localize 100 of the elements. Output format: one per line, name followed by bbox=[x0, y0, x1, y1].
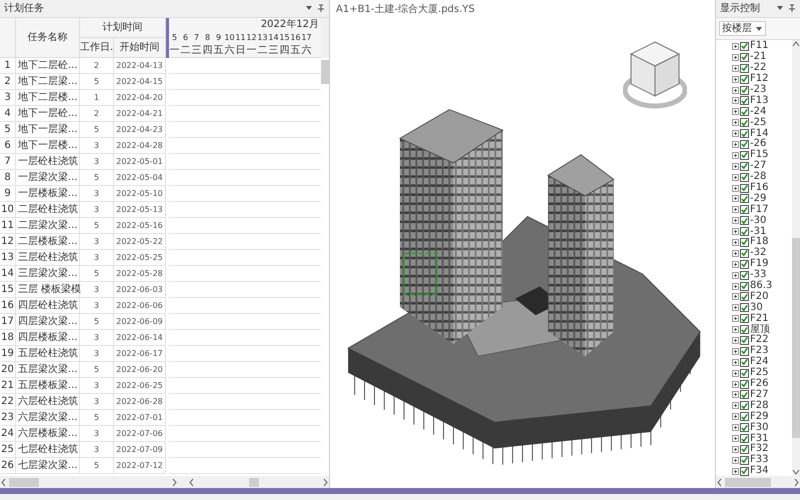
checkbox[interactable] bbox=[740, 444, 749, 454]
checkbox[interactable] bbox=[740, 205, 749, 214]
checkbox[interactable] bbox=[740, 368, 749, 378]
expand-icon[interactable] bbox=[732, 402, 739, 410]
checkbox[interactable] bbox=[740, 380, 749, 389]
checkbox[interactable] bbox=[740, 184, 749, 193]
expand-icon[interactable] bbox=[732, 140, 739, 148]
expand-icon[interactable] bbox=[732, 413, 739, 420]
expand-icon[interactable] bbox=[732, 358, 739, 366]
checkbox[interactable] bbox=[740, 270, 749, 280]
checkbox[interactable] bbox=[740, 412, 749, 422]
expand-icon[interactable] bbox=[732, 184, 739, 192]
expand-icon[interactable] bbox=[732, 468, 739, 475]
checkbox[interactable] bbox=[740, 260, 749, 269]
checkbox[interactable] bbox=[740, 129, 749, 138]
expand-icon[interactable] bbox=[732, 162, 739, 170]
checkbox[interactable] bbox=[740, 466, 749, 476]
scrollbar-thumb[interactable] bbox=[9, 478, 39, 486]
expand-icon[interactable] bbox=[732, 119, 739, 126]
checkbox[interactable] bbox=[740, 140, 749, 149]
expand-icon[interactable] bbox=[732, 250, 739, 257]
scrollbar-thumb[interactable] bbox=[725, 478, 771, 486]
checkbox[interactable] bbox=[740, 248, 749, 258]
checkbox[interactable] bbox=[740, 227, 749, 236]
checkbox[interactable] bbox=[740, 456, 749, 465]
expand-icon[interactable] bbox=[732, 206, 739, 214]
scrollbar-thumb[interactable] bbox=[792, 238, 800, 438]
expand-icon[interactable] bbox=[732, 315, 739, 322]
pin-icon[interactable] bbox=[317, 4, 325, 13]
expand-icon[interactable] bbox=[732, 304, 739, 312]
checkbox[interactable] bbox=[740, 162, 749, 171]
checkbox[interactable] bbox=[740, 303, 749, 312]
expand-icon[interactable] bbox=[732, 174, 739, 181]
scroll-up-icon[interactable] bbox=[792, 40, 800, 48]
scroll-left-icon[interactable] bbox=[188, 478, 195, 486]
checkbox[interactable] bbox=[740, 42, 749, 51]
checkbox[interactable] bbox=[740, 325, 749, 334]
checkbox[interactable] bbox=[740, 107, 749, 116]
expand-icon[interactable] bbox=[732, 380, 739, 388]
expand-icon[interactable] bbox=[732, 391, 739, 398]
checkbox[interactable] bbox=[740, 216, 749, 226]
expand-icon[interactable] bbox=[732, 435, 739, 442]
checkbox[interactable] bbox=[740, 423, 749, 432]
expand-icon[interactable] bbox=[732, 97, 739, 104]
checkbox[interactable] bbox=[740, 96, 749, 106]
expand-icon[interactable] bbox=[732, 424, 739, 432]
expand-icon[interactable] bbox=[732, 76, 739, 83]
scroll-right-icon[interactable] bbox=[322, 478, 329, 486]
checkbox[interactable] bbox=[740, 118, 749, 128]
expand-icon[interactable] bbox=[732, 152, 739, 159]
expand-icon[interactable] bbox=[732, 42, 739, 50]
expand-icon[interactable] bbox=[732, 260, 739, 268]
checkbox[interactable] bbox=[740, 86, 749, 94]
scroll-right-icon[interactable] bbox=[793, 478, 800, 486]
scroll-right-icon[interactable] bbox=[171, 478, 178, 486]
expand-icon[interactable] bbox=[732, 86, 739, 94]
checkbox[interactable] bbox=[740, 358, 749, 367]
checkbox[interactable] bbox=[740, 74, 749, 84]
expand-icon[interactable] bbox=[732, 293, 739, 300]
scrollbar-thumb[interactable] bbox=[321, 60, 329, 84]
expand-icon[interactable] bbox=[732, 130, 739, 138]
scroll-left-icon[interactable] bbox=[0, 478, 7, 486]
scrollbar-thumb[interactable] bbox=[249, 478, 259, 486]
filter-dropdown[interactable]: 按楼层 bbox=[719, 21, 766, 36]
checkbox[interactable] bbox=[740, 401, 749, 410]
checkbox[interactable] bbox=[740, 150, 749, 160]
checkbox[interactable] bbox=[740, 390, 749, 400]
expand-icon[interactable] bbox=[732, 370, 739, 377]
checkbox[interactable] bbox=[740, 282, 749, 291]
expand-icon[interactable] bbox=[732, 446, 739, 453]
pin-icon[interactable] bbox=[788, 4, 796, 13]
expand-icon[interactable] bbox=[732, 195, 739, 202]
checkbox[interactable] bbox=[740, 194, 749, 204]
dropdown-caret-icon[interactable] bbox=[305, 4, 313, 12]
expand-icon[interactable] bbox=[732, 108, 739, 116]
checkbox[interactable] bbox=[740, 314, 749, 324]
column-header[interactable]: 工作日. bbox=[80, 38, 114, 58]
expand-icon[interactable] bbox=[732, 456, 739, 464]
column-header[interactable]: 任务名称 bbox=[16, 18, 80, 58]
expand-icon[interactable] bbox=[732, 228, 739, 236]
checkbox[interactable] bbox=[740, 52, 749, 62]
checkbox[interactable] bbox=[740, 292, 749, 302]
expand-icon[interactable] bbox=[732, 326, 739, 334]
checkbox[interactable] bbox=[740, 336, 749, 345]
checkbox[interactable] bbox=[740, 64, 749, 73]
expand-icon[interactable] bbox=[732, 348, 739, 355]
scroll-left-icon[interactable] bbox=[716, 478, 723, 486]
column-header[interactable]: 开始时间 bbox=[114, 38, 166, 58]
expand-icon[interactable] bbox=[732, 54, 739, 61]
expand-icon[interactable] bbox=[732, 282, 739, 290]
dropdown-caret-icon[interactable] bbox=[776, 4, 784, 12]
scroll-down-icon[interactable] bbox=[792, 468, 800, 476]
checkbox[interactable] bbox=[740, 346, 749, 356]
checkbox[interactable] bbox=[740, 238, 749, 247]
expand-icon[interactable] bbox=[732, 272, 739, 279]
expand-icon[interactable] bbox=[732, 64, 739, 72]
checkbox[interactable] bbox=[740, 172, 749, 182]
expand-icon[interactable] bbox=[732, 336, 739, 344]
expand-icon[interactable] bbox=[732, 238, 739, 246]
checkbox[interactable] bbox=[740, 434, 749, 443]
